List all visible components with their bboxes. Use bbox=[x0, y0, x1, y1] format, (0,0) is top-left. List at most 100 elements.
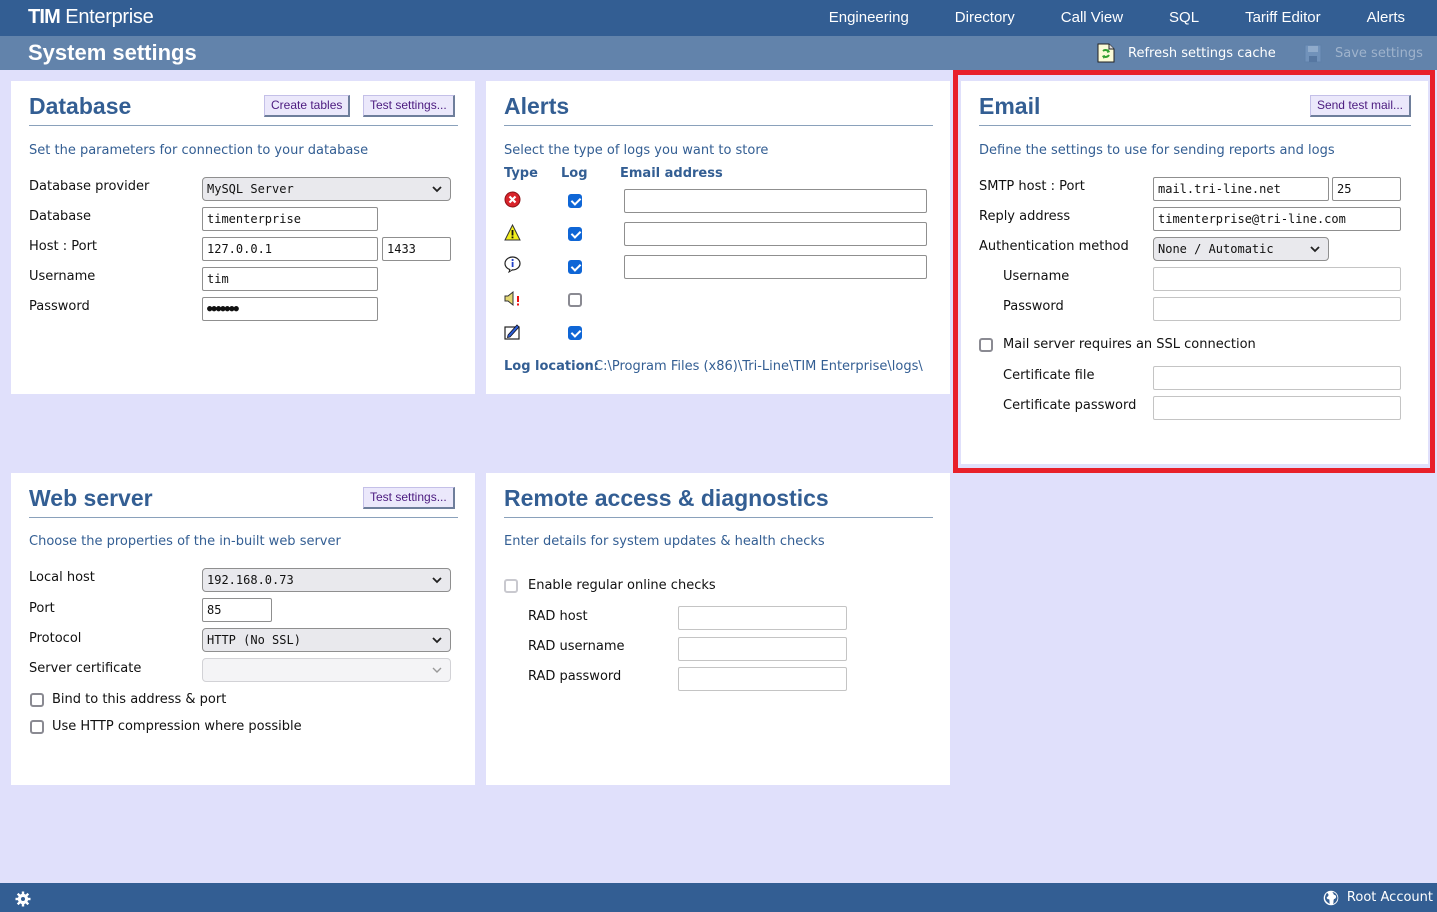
remote-access-panel: Remote access & diagnostics Enter detail… bbox=[486, 473, 950, 785]
info-email-input[interactable] bbox=[624, 255, 927, 279]
warning-icon bbox=[504, 224, 521, 241]
chevron-down-icon bbox=[432, 637, 442, 644]
remote-access-title: Remote access & diagnostics bbox=[504, 485, 829, 511]
database-username-label: Username bbox=[29, 269, 96, 284]
info-icon bbox=[504, 256, 521, 273]
log-warning-checkbox[interactable] bbox=[568, 227, 582, 241]
top-navigation-bar: TIM Enterprise Engineering Directory Cal… bbox=[0, 0, 1437, 36]
refresh-settings-label: Refresh settings cache bbox=[1128, 45, 1276, 61]
nav-directory[interactable]: Directory bbox=[932, 0, 1038, 36]
database-panel: Database Create tables Test settings... … bbox=[11, 81, 475, 394]
alerts-title: Alerts bbox=[504, 93, 570, 119]
chevron-down-icon bbox=[432, 186, 442, 193]
nav-sql[interactable]: SQL bbox=[1146, 0, 1222, 36]
chevron-down-icon bbox=[432, 577, 442, 584]
log-audit-checkbox[interactable] bbox=[568, 326, 582, 340]
brand-bold: TIM bbox=[28, 6, 61, 28]
speaker-alert-icon bbox=[504, 290, 519, 307]
refresh-settings-cache-button[interactable]: Refresh settings cache bbox=[1097, 36, 1276, 70]
server-certificate-label: Server certificate bbox=[29, 661, 142, 676]
log-audio-alert-checkbox[interactable] bbox=[568, 293, 582, 307]
app-logo[interactable]: TIM Enterprise bbox=[28, 6, 154, 29]
edit-icon bbox=[504, 324, 520, 340]
enable-online-checks-checkbox[interactable] bbox=[504, 579, 518, 593]
database-provider-value: MySQL Server bbox=[207, 182, 294, 196]
database-panel-header: Database Create tables Test settings... bbox=[29, 81, 458, 126]
database-password-input[interactable]: ●●●●●●● bbox=[202, 297, 378, 321]
local-host-label: Local host bbox=[29, 570, 95, 585]
remote-access-panel-header: Remote access & diagnostics bbox=[504, 473, 933, 518]
nav-call-view[interactable]: Call View bbox=[1038, 0, 1146, 36]
test-webserver-settings-button[interactable]: Test settings... bbox=[363, 487, 455, 509]
protocol-select[interactable]: HTTP (No SSL) bbox=[202, 628, 451, 652]
database-name-label: Database bbox=[29, 209, 92, 224]
database-name-input[interactable]: timenterprise bbox=[202, 207, 378, 231]
bind-address-checkbox[interactable] bbox=[30, 693, 44, 707]
remote-access-description: Enter details for system updates & healt… bbox=[504, 534, 825, 549]
database-title: Database bbox=[29, 93, 132, 119]
test-database-settings-button[interactable]: Test settings... bbox=[363, 95, 455, 117]
gear-icon[interactable] bbox=[15, 891, 31, 907]
web-server-description: Choose the properties of the in-built we… bbox=[29, 534, 341, 549]
log-location-label: Log location: bbox=[504, 359, 599, 374]
log-location-value: C:\Program Files (x86)\Tri-Line\TIM Ente… bbox=[594, 359, 923, 374]
rad-password-input[interactable] bbox=[678, 667, 847, 691]
log-info-checkbox[interactable] bbox=[568, 260, 582, 274]
nav-engineering[interactable]: Engineering bbox=[806, 0, 932, 36]
create-tables-button[interactable]: Create tables bbox=[264, 95, 351, 117]
http-compression-checkbox[interactable] bbox=[30, 720, 44, 734]
database-provider-label: Database provider bbox=[29, 179, 150, 194]
web-server-title: Web server bbox=[29, 485, 153, 511]
error-email-input[interactable] bbox=[624, 189, 927, 213]
protocol-label: Protocol bbox=[29, 631, 82, 646]
rad-host-label: RAD host bbox=[528, 609, 588, 624]
database-host-input[interactable]: 127.0.0.1 bbox=[202, 237, 378, 261]
database-username-input[interactable]: tim bbox=[202, 267, 378, 291]
refresh-document-icon bbox=[1097, 43, 1115, 63]
account-menu[interactable]: Root Account bbox=[1323, 883, 1433, 912]
host-port-label: Host : Port bbox=[29, 239, 98, 254]
web-port-label: Port bbox=[29, 601, 55, 616]
rad-username-input[interactable] bbox=[678, 637, 847, 661]
server-certificate-select[interactable] bbox=[202, 658, 451, 682]
alerts-description: Select the type of logs you want to stor… bbox=[504, 143, 769, 158]
main-nav: Engineering Directory Call View SQL Tari… bbox=[806, 0, 1437, 36]
protocol-value: HTTP (No SSL) bbox=[207, 633, 301, 647]
log-error-checkbox[interactable] bbox=[568, 194, 582, 208]
account-label: Root Account bbox=[1346, 890, 1433, 905]
save-settings-button[interactable]: Save settings bbox=[1304, 36, 1423, 70]
alerts-panel-header: Alerts bbox=[504, 81, 933, 126]
brand-rest: Enterprise bbox=[60, 6, 154, 28]
nav-alerts[interactable]: Alerts bbox=[1344, 0, 1437, 36]
save-settings-label: Save settings bbox=[1335, 45, 1423, 61]
floppy-disk-icon bbox=[1304, 44, 1322, 63]
footer-bar: Root Account bbox=[0, 883, 1437, 912]
bind-address-label: Bind to this address & port bbox=[52, 692, 227, 707]
local-host-select[interactable]: 192.168.0.73 bbox=[202, 568, 451, 592]
local-host-value: 192.168.0.73 bbox=[207, 573, 294, 587]
database-provider-select[interactable]: MySQL Server bbox=[202, 177, 451, 201]
column-header-email: Email address bbox=[620, 166, 723, 181]
database-password-label: Password bbox=[29, 299, 90, 314]
http-compression-label: Use HTTP compression where possible bbox=[52, 719, 302, 734]
enable-online-checks-label: Enable regular online checks bbox=[528, 578, 716, 593]
page-header-bar: System settings Refresh settings cache S… bbox=[0, 36, 1437, 70]
globe-icon bbox=[1323, 890, 1339, 905]
rad-username-label: RAD username bbox=[528, 639, 625, 654]
email-panel-highlight-box bbox=[953, 70, 1435, 473]
error-icon bbox=[504, 191, 521, 208]
rad-host-input[interactable] bbox=[678, 606, 847, 630]
nav-tariff-editor[interactable]: Tariff Editor bbox=[1222, 0, 1344, 36]
web-server-panel-header: Web server Test settings... bbox=[29, 473, 458, 518]
chevron-down-icon bbox=[432, 667, 442, 673]
page-title: System settings bbox=[28, 40, 197, 65]
database-description: Set the parameters for connection to you… bbox=[29, 143, 369, 158]
column-header-log: Log bbox=[561, 166, 588, 181]
column-header-type: Type bbox=[504, 166, 538, 181]
web-port-input[interactable]: 85 bbox=[202, 598, 272, 622]
alerts-panel: Alerts Select the type of logs you want … bbox=[486, 81, 950, 394]
rad-password-label: RAD password bbox=[528, 669, 622, 684]
web-server-panel: Web server Test settings... Choose the p… bbox=[11, 473, 475, 785]
database-port-input[interactable]: 1433 bbox=[382, 237, 451, 261]
warning-email-input[interactable] bbox=[624, 222, 927, 246]
